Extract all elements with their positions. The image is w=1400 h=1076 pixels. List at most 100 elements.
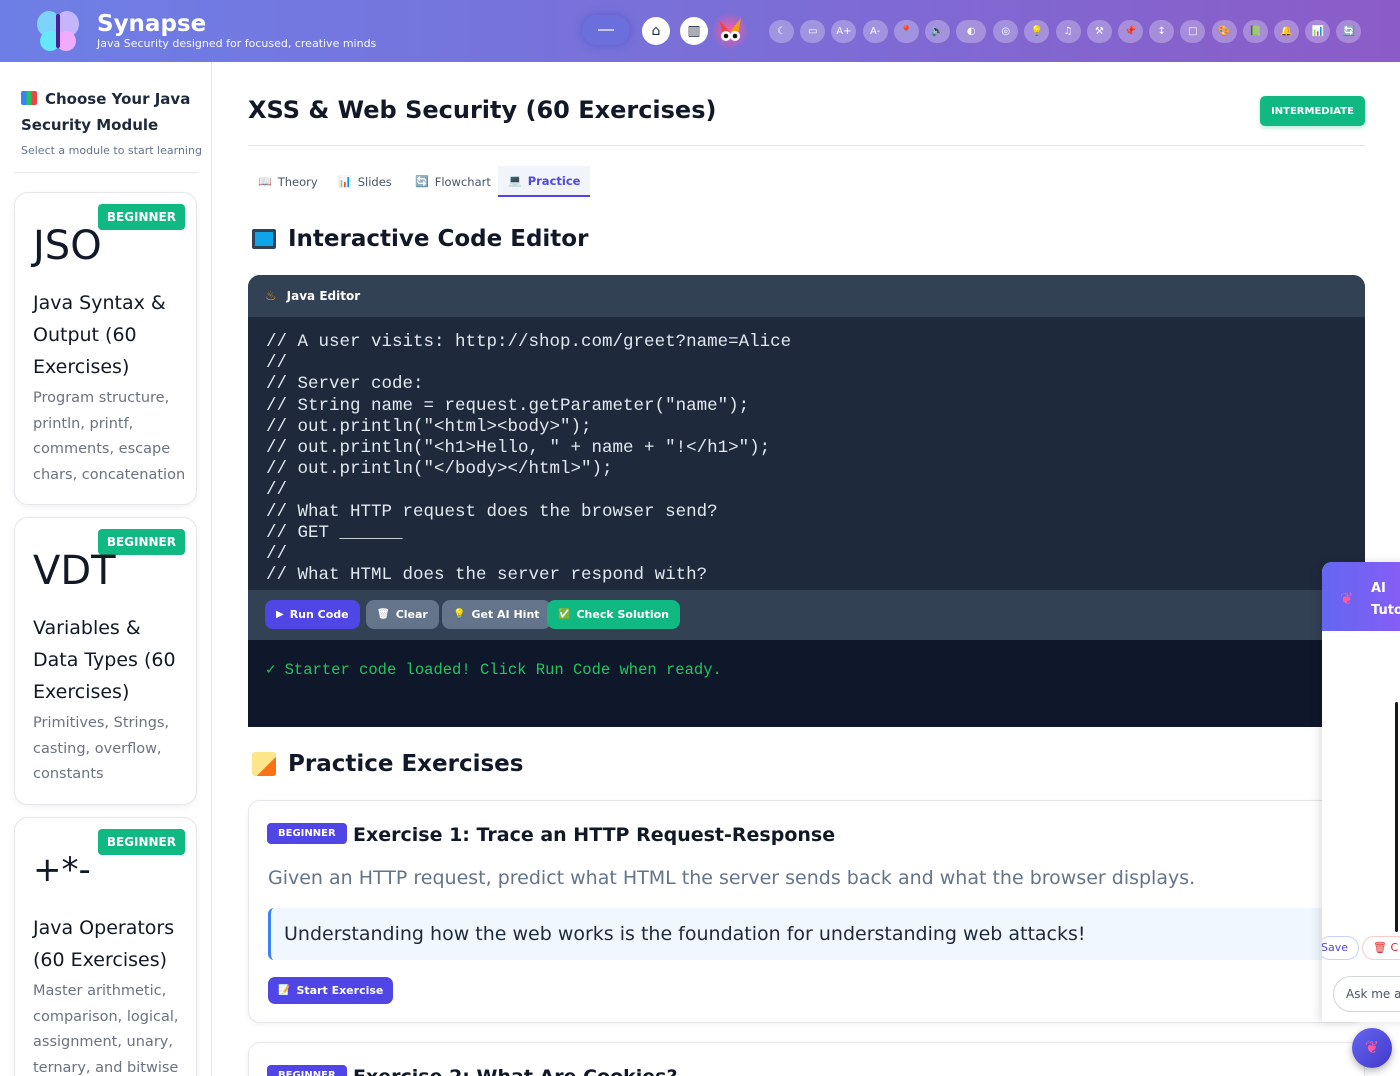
font-increase[interactable]: A+	[831, 20, 857, 43]
tutor-header: ❦ AI Tuto	[1322, 562, 1400, 631]
tab-flowchart[interactable]: 🔄 Flowchart	[405, 166, 501, 197]
app-subtitle: Java Security designed for focused, crea…	[97, 37, 377, 50]
app-header: Synapse Java Security designed for focus…	[0, 0, 1400, 62]
tab-slides[interactable]: 📊 Slides	[328, 166, 402, 197]
app-title: Synapse	[97, 11, 207, 37]
pin-alt-icon[interactable]: 📌	[1118, 20, 1143, 43]
mascot-icon[interactable]	[711, 12, 749, 50]
butterfly-logo-icon[interactable]	[34, 8, 82, 54]
tab-theory[interactable]: 📖 Theory	[248, 166, 328, 197]
butterfly-icon: ❦	[1340, 589, 1354, 608]
code-line: // GET ______	[266, 522, 403, 543]
code-line: // What HTML does the server respond wit…	[266, 565, 708, 586]
sidebar-subtitle: Select a module to start learning	[21, 144, 202, 157]
play-icon: ▶	[276, 609, 284, 620]
tutor-save-button[interactable]: Save	[1322, 936, 1360, 960]
editor-label: Java Editor	[286, 289, 361, 303]
exercise-level-badge: BEGINNER	[267, 823, 347, 844]
module-card-operators[interactable]: BEGINNER +*- Java Operators (60 Exercise…	[14, 817, 197, 1076]
tutor-chat-input[interactable]: Ask me a	[1333, 976, 1400, 1012]
hammer-icon[interactable]: ⚒	[1086, 20, 1112, 43]
console-output: ✓ Starter code loaded! Click Run Code wh…	[248, 640, 1365, 727]
moon-icon[interactable]: ☾	[769, 20, 794, 43]
code-line: // out.println("</body></html>");	[266, 459, 613, 480]
code-line: //	[266, 544, 288, 565]
code-line: //	[266, 353, 288, 374]
square-icon[interactable]: □	[1180, 20, 1206, 43]
memo-icon: 📝	[278, 985, 291, 996]
books-icon	[21, 91, 37, 105]
trash-icon: 🗑	[377, 609, 390, 620]
volume-icon[interactable]: 🔈	[925, 20, 950, 43]
module-title: Variables & Data Types (60 Exercises)	[33, 617, 176, 703]
home-icon[interactable]: ⌂	[642, 17, 670, 45]
exercise-title: Exercise 1: Trace an HTTP Request-Respon…	[353, 824, 836, 846]
module-icon: JSO	[33, 223, 102, 269]
tutor-clear-button[interactable]: 🗑 C	[1362, 936, 1400, 960]
sidebar-divider	[14, 172, 198, 173]
trash-icon: 🗑	[1373, 941, 1391, 954]
check-icon: ✅	[558, 609, 571, 620]
tab-practice[interactable]: 💻 Practice	[498, 166, 591, 197]
music-icon[interactable]: ♫	[1055, 20, 1081, 43]
code-line: //	[266, 480, 288, 501]
module-desc: Primitives, Strings, casting, overflow, …	[33, 715, 170, 782]
memo-icon	[252, 752, 276, 776]
flowchart-icon: 🔄	[415, 175, 429, 188]
editor-section-title: Interactive Code Editor	[252, 226, 588, 252]
check-solution-button[interactable]: ✅ Check Solution	[547, 600, 680, 629]
run-code-button[interactable]: ▶ Run Code	[265, 600, 360, 629]
bell-icon[interactable]: 🔔	[1274, 20, 1299, 43]
module-title: Java Syntax & Output (60 Exercises)	[33, 292, 166, 378]
brand: Synapse Java Security designed for focus…	[97, 11, 376, 51]
module-title: Java Operators (60 Exercises)	[33, 917, 175, 971]
window-icon[interactable]: ▭	[800, 20, 826, 43]
module-card-syntax[interactable]: BEGINNER JSO Java Syntax & Output (60 Ex…	[14, 192, 197, 505]
start-exercise-button[interactable]: 📝 Start Exercise	[268, 977, 394, 1004]
stats-icon[interactable]: 📊	[1305, 20, 1331, 43]
module-icon: +*-	[33, 850, 91, 890]
exercise-card-1: BEGINNER Exercise 1: Trace an HTTP Reque…	[248, 800, 1365, 1023]
code-input[interactable]: // A user visits: http://shop.com/greet?…	[248, 317, 1365, 590]
editor-header: ♨ Java Editor	[248, 275, 1365, 317]
code-line: // Server code:	[266, 374, 424, 395]
title-divider	[248, 145, 1365, 146]
laptop-icon: 💻	[508, 174, 522, 187]
code-editor: ♨ Java Editor // A user visits: http://s…	[248, 275, 1365, 727]
chart-icon: 📊	[338, 175, 352, 188]
clear-button[interactable]: 🗑 Clear	[366, 600, 439, 629]
pin-icon[interactable]: 📍	[893, 20, 919, 43]
module-desc: Master arithmetic, comparison, logical, …	[33, 983, 179, 1076]
exercise-card-2: BEGINNER Exercise 2: What Are Cookies?	[248, 1042, 1365, 1076]
level-badge: BEGINNER	[97, 829, 185, 855]
book-icon: 📖	[258, 175, 272, 188]
chart-icon[interactable]: ▥	[680, 17, 708, 45]
code-line: // What HTTP request does the browser se…	[266, 501, 718, 522]
target-icon[interactable]: ◎	[993, 20, 1019, 43]
code-line: // out.println("<html><body>");	[266, 416, 592, 437]
contrast-toggle[interactable]: ◐	[956, 20, 987, 43]
tutor-title: AI Tuto	[1371, 581, 1400, 618]
focus-toggle[interactable]	[582, 15, 630, 45]
book-icon[interactable]: 📗	[1242, 20, 1268, 43]
module-desc: Program structure, println, printf, comm…	[33, 390, 186, 483]
exercise-level-badge: BEGINNER	[267, 1065, 347, 1076]
module-icon: VDT	[33, 548, 116, 594]
font-decrease[interactable]: A-	[862, 20, 888, 43]
difficulty-badge: INTERMEDIATE	[1260, 96, 1365, 126]
refresh-icon[interactable]: 🔄	[1336, 20, 1362, 43]
lightbulb-icon: 💡	[453, 609, 466, 620]
laptop-icon	[252, 229, 276, 249]
palette-icon[interactable]: 🎨	[1211, 20, 1237, 43]
sidebar-title: Choose Your Java Security Module	[21, 90, 191, 134]
exercise-description: Given an HTTP request, predict what HTML…	[268, 867, 1196, 889]
ai-tutor-toggle-icon[interactable]: ❦	[1352, 1028, 1392, 1068]
exercise-note: Understanding how the web works is the f…	[268, 908, 1353, 960]
lightbulb-icon[interactable]: 💡	[1024, 20, 1050, 43]
module-card-variables[interactable]: BEGINNER VDT Variables & Data Types (60 …	[14, 517, 197, 805]
module-sidebar: Choose Your Java Security Module Select …	[0, 62, 212, 1076]
updown-icon[interactable]: ↕	[1149, 20, 1175, 43]
tutor-scrollbar[interactable]	[1395, 702, 1398, 932]
output-line: ✓ Starter code loaded! Click Run Code wh…	[266, 661, 722, 679]
ai-hint-button[interactable]: 💡 Get AI Hint	[442, 600, 551, 629]
